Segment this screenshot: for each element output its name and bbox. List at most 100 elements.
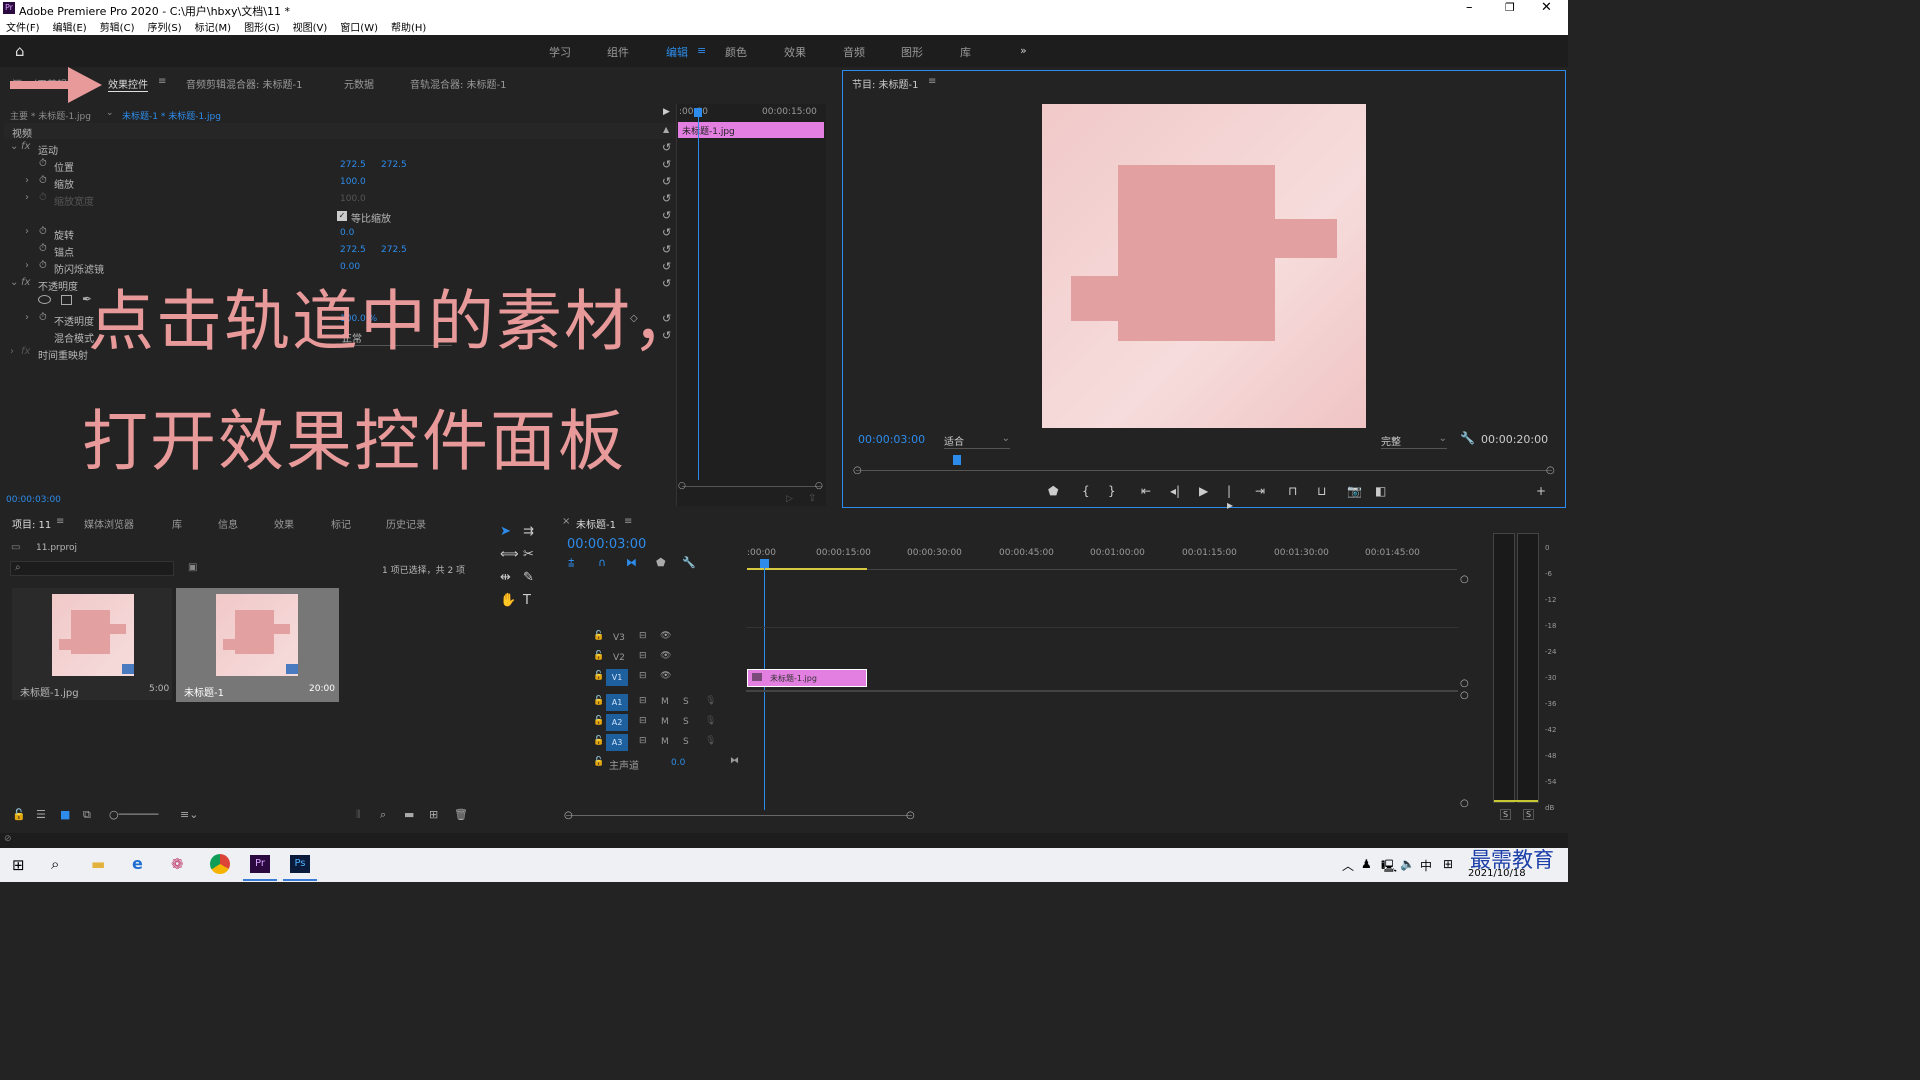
snap-icon[interactable]: ∩ — [598, 556, 606, 569]
program-menu-icon[interactable]: ≡ — [928, 76, 936, 87]
menu-view[interactable]: 视图(V) — [293, 19, 328, 34]
track-label[interactable]: V3 — [613, 633, 625, 643]
menu-marker[interactable]: 标记(M) — [195, 19, 231, 34]
tab-effects[interactable]: 效果 — [274, 516, 294, 531]
tab-project[interactable]: 项目: 11 — [12, 516, 51, 531]
lock-track-icon[interactable]: 🔓 — [593, 716, 604, 726]
trash-icon[interactable]: 🗑 — [454, 808, 468, 821]
program-title[interactable]: 节目: 未标题-1 — [852, 76, 919, 91]
menu-edit[interactable]: 编辑(E) — [53, 19, 87, 34]
timeline-tab[interactable]: 未标题-1 — [576, 516, 616, 531]
volume-icon[interactable]: 🔈 — [1400, 857, 1415, 871]
program-scrubber[interactable] — [856, 470, 1552, 471]
expand-icon[interactable]: › — [25, 226, 29, 237]
expand-icon[interactable]: › — [25, 175, 29, 186]
tab-history[interactable]: 历史记录 — [386, 516, 426, 531]
zoom-slider[interactable]: ○────── — [109, 808, 158, 821]
play-icon[interactable]: ▶ — [1199, 484, 1208, 498]
rotation-value[interactable]: 0.0 — [340, 228, 354, 238]
reset-icon[interactable]: ↺ — [662, 158, 671, 171]
quality-select[interactable]: 完整 ⌄ — [1381, 433, 1447, 449]
chrome-icon[interactable] — [210, 854, 230, 874]
project-search-input[interactable] — [10, 561, 174, 576]
menu-clip[interactable]: 剪辑(C) — [100, 19, 135, 34]
sort-icon[interactable]: ≡⌄ — [180, 808, 198, 821]
sync-lock-icon[interactable]: ⊟ — [639, 631, 647, 641]
new-bin-search-icon[interactable]: ▣ — [188, 562, 197, 573]
go-to-edit-icon[interactable]: ⧓ — [730, 756, 739, 766]
expand-icon[interactable]: › — [25, 260, 29, 271]
lock-track-icon[interactable]: 🔓 — [593, 631, 604, 641]
work-area-bar[interactable] — [747, 568, 867, 570]
tab-menu-icon[interactable]: ≡ — [158, 76, 166, 87]
rectangle-mask-icon[interactable] — [61, 295, 72, 305]
ime-indicator[interactable]: 中 — [1420, 857, 1432, 874]
menu-graphics[interactable]: 图形(G) — [244, 19, 280, 34]
sequence-clip-label[interactable]: 未标题-1 * 未标题-1.jpg — [122, 109, 221, 122]
track-label[interactable]: V2 — [613, 653, 625, 663]
lock-track-icon[interactable]: 🔓 — [593, 651, 604, 661]
lift-icon[interactable]: ⊓ — [1288, 484, 1297, 498]
edge-icon[interactable]: e — [132, 854, 143, 873]
sync-lock-icon[interactable]: ⊟ — [639, 651, 647, 661]
track-target-v1[interactable]: V1 — [606, 669, 628, 686]
sync-lock-icon[interactable]: ⊟ — [639, 696, 647, 706]
stopwatch-active-icon[interactable]: ⏱ — [39, 312, 47, 323]
eye-icon[interactable]: 👁 — [660, 651, 671, 661]
eye-icon[interactable]: 👁 — [660, 631, 671, 641]
anchor-y-value[interactable]: 272.5 — [381, 245, 407, 255]
mark-in-icon[interactable]: { — [1082, 484, 1090, 498]
mic-icon[interactable]: 🎙 — [705, 736, 716, 746]
tab-markers[interactable]: 标记 — [331, 516, 351, 531]
workspace-libraries[interactable]: 库 — [960, 44, 971, 60]
track-target-a3[interactable]: A3 — [606, 734, 628, 751]
stopwatch-icon[interactable]: ⏱ — [39, 243, 47, 254]
position-x-value[interactable]: 272.5 — [340, 160, 366, 170]
close-icon[interactable]: ✕ — [1541, 0, 1552, 15]
workspace-graphics[interactable]: 图形 — [901, 44, 923, 60]
project-item-selected[interactable]: 未标题-1 20:00 — [176, 588, 339, 702]
lock-track-icon[interactable]: 🔓 — [593, 757, 604, 767]
position-y-value[interactable]: 272.5 — [381, 160, 407, 170]
mark-out-icon[interactable]: } — [1108, 484, 1116, 498]
restore-icon[interactable]: ❐ — [1505, 1, 1515, 14]
photoshop-taskbar-icon[interactable]: Ps — [290, 855, 310, 873]
step-forward-icon[interactable]: |▸ — [1227, 484, 1233, 512]
workspace-color[interactable]: 颜色 — [725, 44, 747, 60]
master-clip-label[interactable]: 主要 * 未标题-1.jpg — [10, 109, 91, 122]
chevron-down-icon[interactable]: ⌄ — [106, 108, 114, 118]
pen-tool-icon[interactable]: ✎ — [523, 570, 534, 585]
mute-button[interactable]: M — [661, 717, 669, 727]
list-view-icon[interactable]: ☰ — [36, 808, 46, 821]
stopwatch-icon[interactable]: ⏱ — [39, 226, 47, 237]
project-item[interactable]: 未标题-1.jpg 5:00 — [12, 588, 172, 700]
ec-clip-bar[interactable]: 未标题-1.jpg — [678, 122, 824, 138]
razor-tool-icon[interactable]: ✂ — [523, 547, 534, 562]
expand-icon[interactable]: › — [25, 312, 29, 323]
timeline-timecode[interactable]: 00:00:03:00 — [567, 537, 646, 552]
camera-icon[interactable]: 📷 — [1347, 484, 1362, 498]
track-select-icon[interactable]: ⇉ — [523, 524, 534, 539]
workspace-learning[interactable]: 学习 — [549, 44, 571, 60]
scroll-up-icon[interactable]: ▲ — [663, 125, 669, 134]
icon-view-icon[interactable]: ■ — [60, 808, 70, 821]
compare-icon[interactable]: ◧ — [1375, 484, 1386, 498]
reset-icon[interactable]: ↺ — [662, 226, 671, 239]
home-icon[interactable]: ⌂ — [15, 42, 25, 60]
solo-left-button[interactable]: S — [1500, 809, 1512, 820]
timeline-clip[interactable]: 未标题-1.jpg — [747, 669, 867, 687]
hand-tool-icon[interactable]: ✋ — [500, 593, 516, 608]
reset-icon[interactable]: ↺ — [662, 209, 671, 222]
type-tool-icon[interactable]: T — [523, 593, 531, 608]
keyboard-icon[interactable]: ⊞ — [1443, 857, 1453, 871]
zoom-select[interactable]: 适合 ⌄ — [944, 433, 1010, 449]
scale-value[interactable]: 100.0 — [340, 177, 366, 187]
add-marker-icon[interactable]: ⬟ — [656, 556, 666, 569]
ec-timecode[interactable]: 00:00:03:00 — [6, 495, 61, 505]
ellipse-mask-icon[interactable] — [38, 295, 51, 304]
workspace-editing[interactable]: 编辑 — [666, 44, 688, 60]
program-timecode[interactable]: 00:00:03:00 — [858, 433, 925, 446]
tab-libraries[interactable]: 库 — [172, 516, 182, 531]
timeline-vscroll[interactable]: ○ ○ ○ ○ — [1458, 574, 1470, 809]
lock-track-icon[interactable]: 🔓 — [593, 696, 604, 706]
